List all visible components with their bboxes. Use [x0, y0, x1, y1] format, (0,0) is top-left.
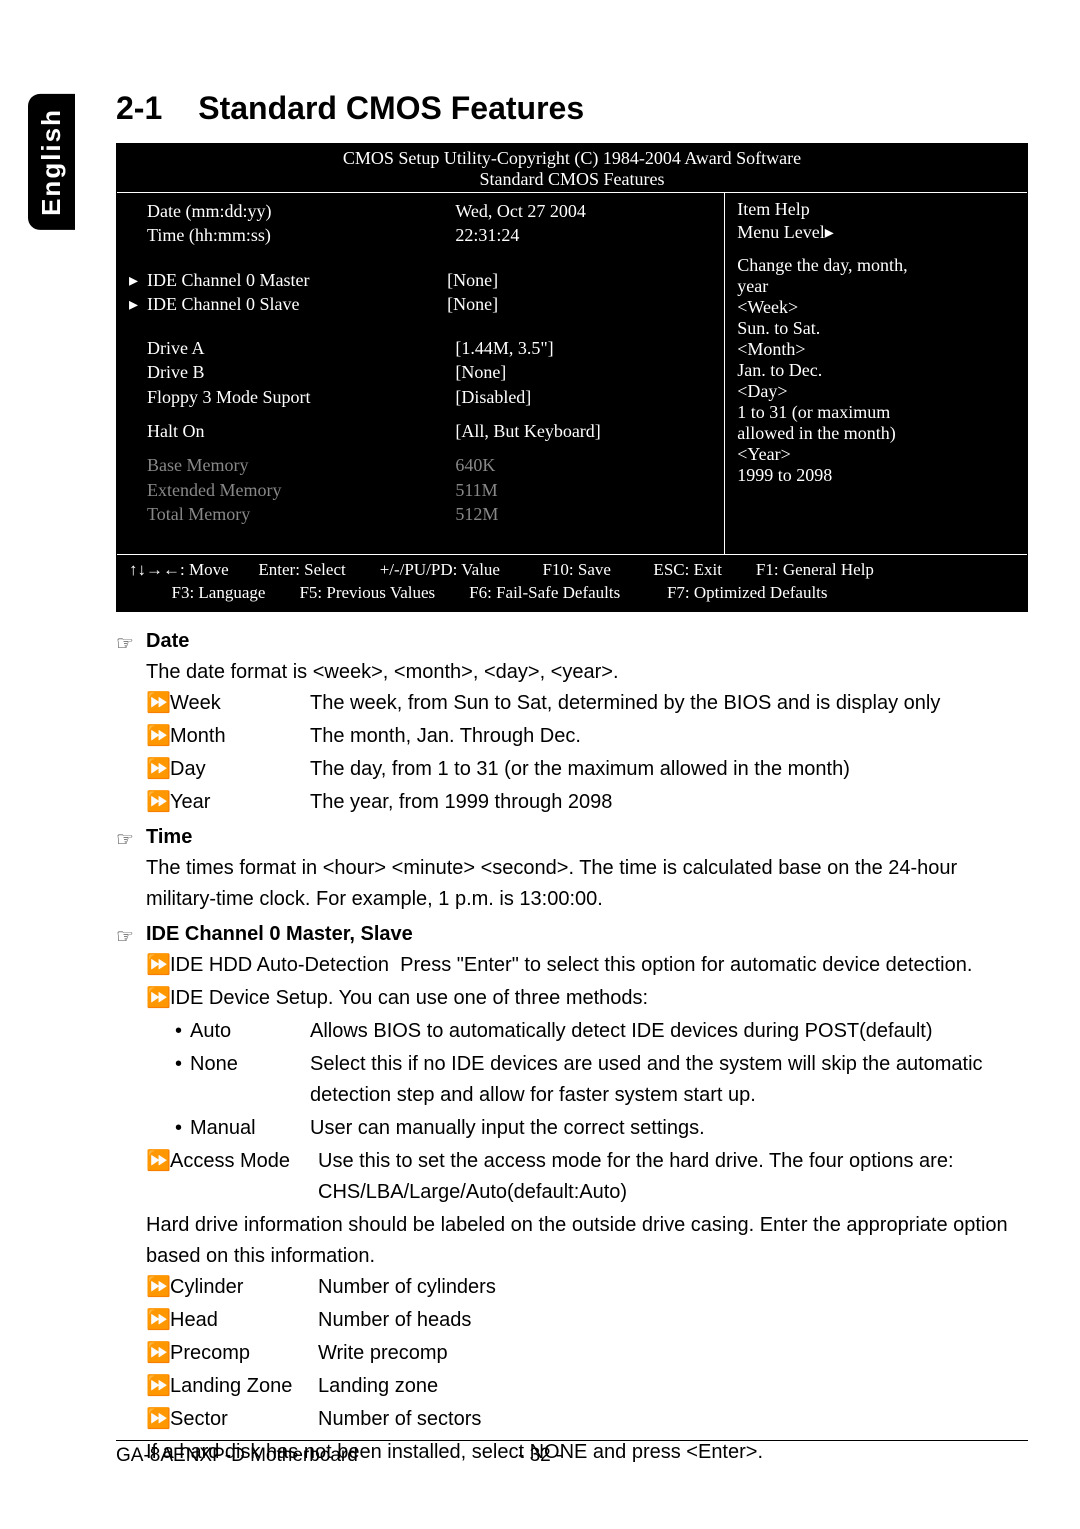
- hand-icon: ☞: [116, 922, 134, 953]
- time-para: The times format in <hour> <minute> <sec…: [146, 853, 1028, 915]
- ide-device-setup: ⏩ IDE Device Setup. You can use one of t…: [146, 983, 1028, 1014]
- ide-field-precomp: ⏩PrecompWrite precomp: [146, 1338, 1028, 1369]
- hand-icon: ☞: [116, 825, 134, 856]
- section-time: ☞ Time The times format in <hour> <minut…: [116, 822, 1028, 915]
- darrow-icon: ⏩: [146, 721, 170, 752]
- bullet-icon: •: [146, 1016, 190, 1047]
- bios-title: CMOS Setup Utility-Copyright (C) 1984-20…: [117, 144, 1027, 193]
- help-line: <Month>: [737, 339, 1015, 360]
- date-item-day: ⏩DayThe day, from 1 to 31 (or the maximu…: [146, 754, 1028, 785]
- bios-title-line2: Standard CMOS Features: [117, 169, 1027, 190]
- bios-row-ide0s: ▸IDE Channel 0 Slave[None]: [129, 292, 712, 316]
- darrow-icon: ⏩: [146, 1404, 170, 1435]
- bios-row-date: Date (mm:dd:yy)Wed, Oct 27 2004: [129, 199, 712, 223]
- bios-row-extmem: Extended Memory511M: [129, 478, 712, 502]
- hand-icon: ☞: [116, 629, 134, 660]
- section-ide: ☞ IDE Channel 0 Master, Slave ⏩ IDE HDD …: [116, 919, 1028, 1468]
- bios-foot-line1: ↑↓→←: Move Enter: Select +/-/PU/PD: Valu…: [129, 559, 1015, 582]
- section-title-time: Time: [146, 822, 1028, 853]
- darrow-icon: ⏩: [146, 1305, 170, 1336]
- ide-access-mode: ⏩Access ModeUse this to set the access m…: [146, 1146, 1028, 1208]
- help-line: <Week>: [737, 297, 1015, 318]
- ide-field-landingzone: ⏩Landing ZoneLanding zone: [146, 1371, 1028, 1402]
- date-item-week: ⏩WeekThe week, from Sun to Sat, determin…: [146, 688, 1028, 719]
- date-intro: The date format is <week>, <month>, <day…: [146, 657, 1028, 688]
- bullet-icon: •: [146, 1049, 190, 1111]
- section-title-date: Date: [146, 626, 1028, 657]
- page-content: 2-1 Standard CMOS Features CMOS Setup Uti…: [116, 90, 1028, 1472]
- bios-title-line1: CMOS Setup Utility-Copyright (C) 1984-20…: [117, 148, 1027, 169]
- date-item-month: ⏩MonthThe month, Jan. Through Dec.: [146, 721, 1028, 752]
- ide-hd-info: Hard drive information should be labeled…: [146, 1210, 1028, 1272]
- bios-footer-keys: ↑↓→←: Move Enter: Select +/-/PU/PD: Valu…: [117, 554, 1027, 611]
- help-line: 1999 to 2098: [737, 465, 1015, 486]
- darrow-icon: ⏩: [146, 688, 170, 719]
- section-title-ide: IDE Channel 0 Master, Slave: [146, 919, 1028, 950]
- page-footer: GA-8AENXP-D Motherboard - 32 -: [116, 1440, 1028, 1467]
- bios-row-floppy3: Floppy 3 Mode Suport[Disabled]: [129, 385, 712, 409]
- help-line: Sun. to Sat.: [737, 318, 1015, 339]
- ide-method-manual: •ManualUser can manually input the corre…: [146, 1113, 1028, 1144]
- page-title: 2-1 Standard CMOS Features: [116, 90, 1028, 127]
- section-date: ☞ Date The date format is <week>, <month…: [116, 626, 1028, 818]
- darrow-icon: ⏩: [146, 1272, 170, 1303]
- ide-field-head: ⏩HeadNumber of heads: [146, 1305, 1028, 1336]
- ide-field-cylinder: ⏩CylinderNumber of cylinders: [146, 1272, 1028, 1303]
- document-body: ☞ Date The date format is <week>, <month…: [116, 626, 1028, 1468]
- bios-row-driveA: Drive A[1.44M, 3.5"]: [129, 336, 712, 360]
- darrow-icon: ⏩: [146, 1146, 170, 1208]
- bios-screenshot: CMOS Setup Utility-Copyright (C) 1984-20…: [116, 143, 1028, 612]
- heading-text: Standard CMOS Features: [198, 90, 584, 126]
- ide-method-auto: •AutoAllows BIOS to automatically detect…: [146, 1016, 1028, 1047]
- ide-method-none: •NoneSelect this if no IDE devices are u…: [146, 1049, 1028, 1111]
- bios-settings-panel: Date (mm:dd:yy)Wed, Oct 27 2004 Time (hh…: [117, 193, 725, 554]
- ide-field-sector: ⏩SectorNumber of sectors: [146, 1404, 1028, 1435]
- help-line: Change the day, month,: [737, 255, 1015, 276]
- darrow-icon: ⏩: [146, 1371, 170, 1402]
- footer-page-number: - 32 -: [518, 1445, 1028, 1467]
- bios-help-panel: Item Help Menu Level▸ Change the day, mo…: [725, 193, 1027, 554]
- bios-row-ide0m: ▸IDE Channel 0 Master[None]: [129, 268, 712, 292]
- help-line: <Day>: [737, 381, 1015, 402]
- darrow-icon: ⏩: [146, 983, 170, 1014]
- bios-row-basemem: Base Memory640K: [129, 453, 712, 477]
- language-tab: English: [28, 94, 75, 230]
- date-item-year: ⏩YearThe year, from 1999 through 2098: [146, 787, 1028, 818]
- bios-row-time: Time (hh:mm:ss)22:31:24: [129, 223, 712, 247]
- bios-row-driveB: Drive B[None]: [129, 360, 712, 384]
- help-line: <Year>: [737, 444, 1015, 465]
- ide-auto-detection: ⏩ IDE HDD Auto-Detection Press "Enter" t…: [146, 950, 1028, 981]
- menu-level: Menu Level▸: [737, 222, 1015, 243]
- bios-foot-line2: F3: Language F5: Previous Values F6: Fai…: [129, 582, 1015, 605]
- heading-number: 2-1: [116, 90, 162, 126]
- darrow-icon: ⏩: [146, 1338, 170, 1369]
- bios-row-totmem: Total Memory512M: [129, 502, 712, 526]
- footer-left: GA-8AENXP-D Motherboard: [116, 1445, 518, 1467]
- help-line: Jan. to Dec.: [737, 360, 1015, 381]
- darrow-icon: ⏩: [146, 787, 170, 818]
- bios-row-halt: Halt On[All, But Keyboard]: [129, 419, 712, 443]
- help-line: allowed in the month): [737, 423, 1015, 444]
- help-line: year: [737, 276, 1015, 297]
- help-line: 1 to 31 (or maximum: [737, 402, 1015, 423]
- darrow-icon: ⏩: [146, 950, 170, 981]
- darrow-icon: ⏩: [146, 754, 170, 785]
- bullet-icon: •: [146, 1113, 190, 1144]
- item-help-title: Item Help: [737, 199, 1015, 220]
